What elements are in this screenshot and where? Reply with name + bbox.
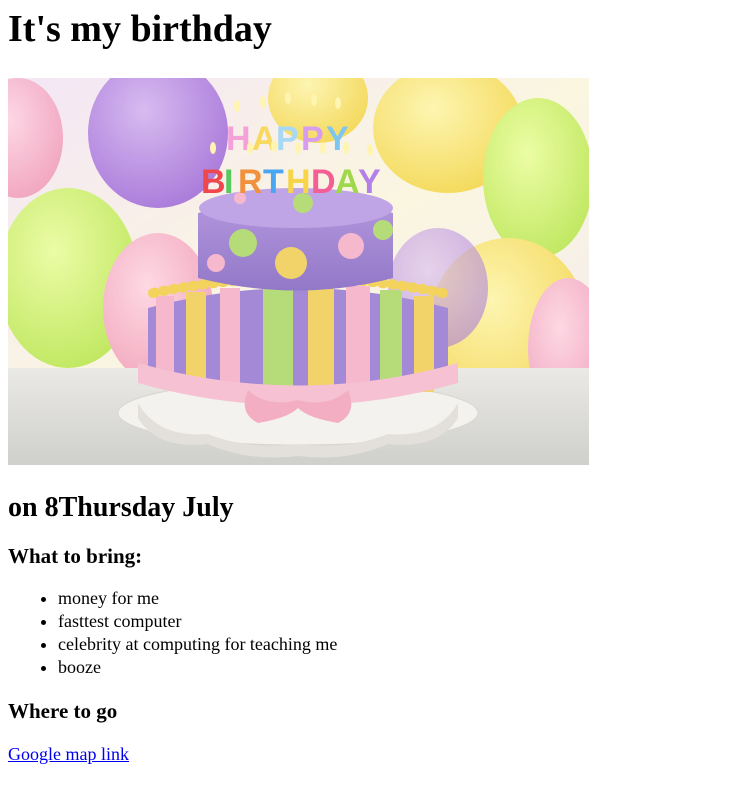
bring-list: money for me fasttest computer celebrity…: [8, 587, 744, 679]
list-item: booze: [58, 656, 744, 679]
svg-text:R: R: [238, 163, 263, 201]
what-to-bring-heading: What to bring:: [8, 544, 143, 569]
map-link-container: Google map link: [8, 743, 744, 767]
google-map-link[interactable]: Google map link: [8, 744, 129, 764]
svg-text:P: P: [276, 120, 299, 158]
page-title: It's my birthday: [8, 8, 272, 50]
svg-text:P: P: [301, 120, 324, 158]
where-to-go-heading: Where to go: [8, 699, 118, 724]
svg-text:H: H: [286, 163, 311, 201]
svg-text:D: D: [311, 163, 336, 201]
svg-text:B: B: [201, 163, 226, 201]
list-item: money for me: [58, 587, 744, 610]
list-item: fasttest computer: [58, 610, 744, 633]
svg-text:A: A: [252, 120, 277, 158]
svg-text:I: I: [224, 163, 233, 201]
party-date-heading: on 8Thursday July: [8, 491, 234, 523]
birthday-cake-image: H A P P Y B I R T H D A Y: [8, 77, 589, 465]
svg-text:T: T: [263, 163, 284, 201]
svg-text:A: A: [335, 163, 360, 201]
cake-top-tier: [198, 187, 393, 291]
svg-text:Y: Y: [358, 163, 381, 201]
list-item: celebrity at computing for teaching me: [58, 633, 744, 656]
svg-text:H: H: [226, 120, 251, 158]
